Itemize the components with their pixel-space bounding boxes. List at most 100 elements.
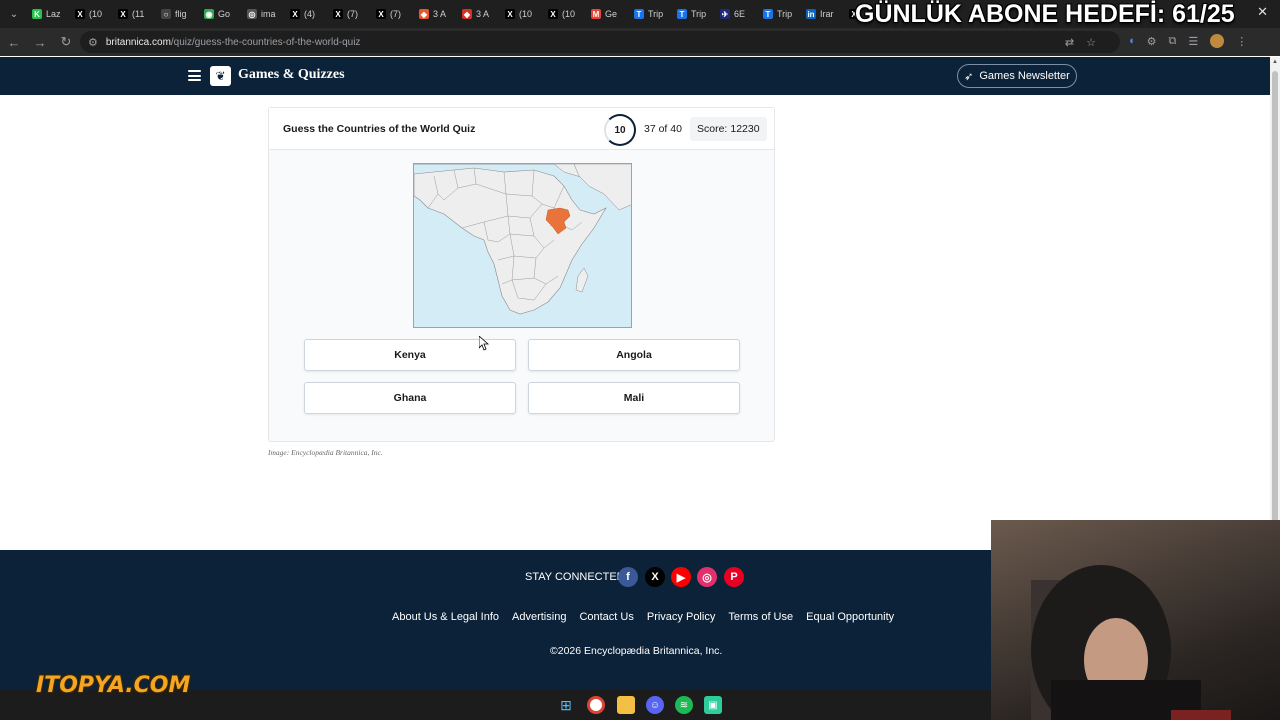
tab-favicon-icon: X (75, 9, 85, 19)
madagascar-landmass (575, 267, 589, 293)
answer-option-3[interactable]: Ghana (304, 382, 516, 414)
browser-tab[interactable]: K Laz (28, 3, 69, 25)
footer-links: About Us & Legal Info Advertising Contact … (392, 611, 894, 623)
extensions-puzzle-icon[interactable]: ⧉ (1169, 35, 1177, 48)
tab-favicon-icon: ◆ (419, 9, 429, 19)
newsletter-label: Games Newsletter (979, 70, 1070, 82)
more-menu-icon[interactable]: ⋮ (1236, 35, 1247, 48)
browser-tab[interactable]: T Trip (630, 3, 671, 25)
itopya-overlay-logo: ITOPYA.COM (36, 673, 191, 698)
tab-favicon-icon: T (763, 9, 773, 19)
facebook-icon[interactable]: f (618, 567, 638, 587)
answer-option-2[interactable]: Angola (528, 339, 740, 371)
webcam-figure (1031, 565, 1231, 720)
tab-label: (7) (347, 9, 358, 19)
url-text: britannica.com/quiz/guess-the-countries-… (106, 37, 361, 48)
image-credit: Image: Encyclopædia Britannica, Inc. (268, 448, 383, 457)
africa-continent (414, 167, 607, 315)
site-info-icon[interactable]: ⚙ (88, 36, 98, 49)
tab-favicon-icon: K (32, 9, 42, 19)
app-icon[interactable]: ▣ (704, 696, 722, 714)
tab-label: Ge (605, 9, 618, 19)
footer-link[interactable]: Contact Us (579, 611, 633, 623)
tab-label: Trip (691, 9, 707, 19)
tab-label: Trip (777, 9, 793, 19)
tab-favicon-icon: X (548, 9, 558, 19)
tab-label: (10 (519, 9, 533, 19)
browser-tab[interactable]: X (10 (501, 3, 542, 25)
bookmark-star-icon[interactable]: ☆ (1086, 36, 1096, 49)
browser-tab[interactable]: X (11 (114, 3, 155, 25)
window-close-icon[interactable]: ✕ (1257, 4, 1268, 20)
tab-label: (4) (304, 9, 315, 19)
quiz-header: Guess the Countries of the World Quiz 10… (269, 108, 774, 150)
profile-avatar[interactable] (1210, 34, 1225, 48)
browser-tab[interactable]: ◉ Go (200, 3, 241, 25)
menu-list-icon[interactable]: ☰ (1188, 35, 1198, 48)
discord-icon[interactable]: ☺ (646, 696, 664, 714)
address-bar[interactable]: ⚙ britannica.com/quiz/guess-the-countrie… (80, 31, 1120, 53)
tab-favicon-icon: X (505, 9, 515, 19)
browser-tab[interactable]: T Trip (673, 3, 714, 25)
scroll-up-icon[interactable]: ▲ (1272, 59, 1278, 65)
tab-label: 3 A (433, 9, 447, 19)
tab-list: K Laz X (10 X (11 ○ flig ◉ Go ◎ ima X (4) X (7) X (7) ◆ 3 A… (28, 3, 888, 25)
tab-label: Trip (648, 9, 664, 19)
countdown-timer: 10 (604, 114, 636, 146)
quiz-card: Guess the Countries of the World Quiz 10… (268, 107, 775, 442)
browser-tab[interactable]: ○ flig (157, 3, 198, 25)
forward-arrow-icon[interactable]: → (28, 30, 52, 54)
browser-tab[interactable]: ◆ 3 A (458, 3, 499, 25)
extension-icon[interactable]: ◖ (1128, 35, 1135, 47)
footer-link[interactable]: Advertising (512, 611, 566, 623)
browser-tab[interactable]: ◆ 3 A (415, 3, 456, 25)
britannica-thistle-logo[interactable]: ❦ (210, 66, 231, 86)
footer-link[interactable]: Equal Opportunity (806, 611, 894, 623)
tab-label: (10 (89, 9, 103, 19)
tab-label: (10 (562, 9, 576, 19)
browser-tab[interactable]: X (10 (71, 3, 112, 25)
youtube-icon[interactable]: ▶ (671, 567, 691, 587)
tab-label: 6E (734, 9, 746, 19)
back-arrow-icon[interactable]: ← (2, 30, 26, 54)
browser-tab[interactable]: T Trip (759, 3, 800, 25)
tab-search-button[interactable]: ⌄ (0, 0, 28, 28)
footer-link[interactable]: Terms of Use (728, 611, 793, 623)
tab-label: ima (261, 9, 276, 19)
browser-tab[interactable]: X (7) (372, 3, 413, 25)
translate-icon[interactable]: ⇄ (1065, 36, 1074, 49)
webcam-overlay (991, 520, 1280, 720)
games-newsletter-button[interactable]: ➶ Games Newsletter (957, 64, 1077, 88)
footer-link[interactable]: Privacy Policy (647, 611, 715, 623)
browser-tab[interactable]: in Irar (802, 3, 843, 25)
instagram-icon[interactable]: ◎ (697, 567, 717, 587)
hamburger-menu-icon[interactable] (188, 70, 201, 81)
browser-tab[interactable]: X (10 (544, 3, 585, 25)
answer-option-4[interactable]: Mali (528, 382, 740, 414)
score-badge: Score: 12230 (690, 117, 767, 141)
browser-tab[interactable]: X (7) (329, 3, 370, 25)
pinterest-icon[interactable]: P (724, 567, 744, 587)
spotify-icon[interactable]: ≋ (675, 696, 693, 714)
tab-favicon-icon: X (333, 9, 343, 19)
tab-favicon-icon: X (290, 9, 300, 19)
file-explorer-icon[interactable] (617, 696, 635, 714)
copyright-text: ©2026 Encyclopædia Britannica, Inc. (550, 645, 723, 657)
browser-tab[interactable]: ✈ 6E (716, 3, 757, 25)
reload-icon[interactable]: ↻ (54, 30, 78, 54)
browser-tab[interactable]: M Ge (587, 3, 628, 25)
footer-link[interactable]: About Us & Legal Info (392, 611, 499, 623)
url-host: britannica.com (105, 36, 171, 48)
tab-label: Laz (46, 9, 61, 19)
windows-start-icon[interactable]: ⊞ (557, 696, 575, 714)
tab-label: 3 A (476, 9, 490, 19)
tab-favicon-icon: ◉ (204, 9, 214, 19)
brand-title[interactable]: Games & Quizzes (238, 67, 345, 83)
settings-icon[interactable]: ⚙ (1147, 35, 1157, 48)
chrome-taskbar-icon[interactable] (587, 696, 605, 714)
browser-tab[interactable]: X (4) (286, 3, 327, 25)
tab-favicon-icon: M (591, 9, 601, 19)
tab-favicon-icon: ✈ (720, 9, 730, 19)
browser-tab[interactable]: ◎ ima (243, 3, 284, 25)
x-icon[interactable]: X (645, 567, 665, 587)
